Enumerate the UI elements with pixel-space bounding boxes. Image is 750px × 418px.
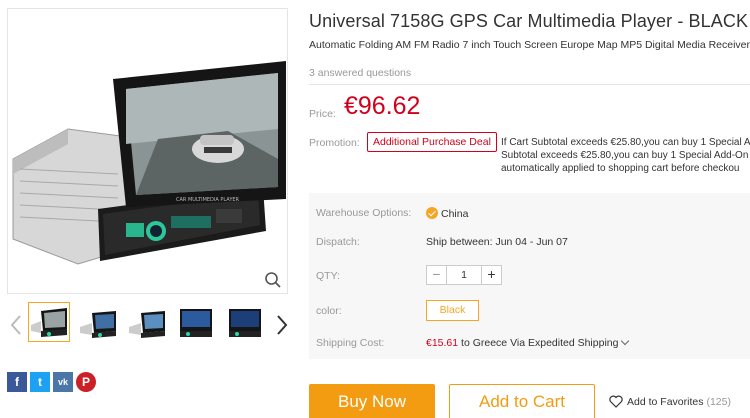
promotion-line: If Cart Subtotal exceeds €25.80,you can …: [501, 137, 750, 148]
shipping-price: €15.61: [426, 337, 459, 349]
divider: [309, 84, 750, 85]
thumbnail-1[interactable]: [28, 302, 70, 342]
add-to-cart-button[interactable]: Add to Cart: [449, 384, 595, 418]
thumbnail-carousel: [7, 300, 292, 350]
shipping-selector[interactable]: €15.61 to Greece Via Expedited Shipping: [426, 336, 630, 349]
facebook-icon[interactable]: f: [7, 372, 27, 392]
thumbnail-4[interactable]: [175, 302, 217, 342]
promotion-line: Subtotal exceeds €25.80,you can buy 1 Sp…: [501, 150, 749, 161]
check-icon: [426, 207, 438, 219]
favorites-count: (125): [706, 395, 731, 408]
heart-icon: [609, 395, 623, 408]
pinterest-icon[interactable]: P: [76, 372, 96, 392]
warehouse-label: Warehouse Options:: [316, 207, 412, 219]
dispatch-label: Dispatch:: [316, 236, 360, 248]
car-player-image: CAR MULTIMEDIA PLAYER: [12, 61, 286, 265]
vk-icon[interactable]: vk: [53, 372, 73, 392]
main-product-image[interactable]: CAR MULTIMEDIA PLAYER: [7, 8, 288, 294]
product-title: Universal 7158G GPS Car Multimedia Playe…: [309, 11, 749, 31]
screen-caption: CAR MULTIMEDIA PLAYER: [176, 197, 240, 203]
favorites-label: Add to Favorites: [627, 395, 704, 408]
qty-label: QTY:: [316, 270, 340, 282]
chevron-left-icon[interactable]: [9, 314, 23, 336]
color-label: color:: [316, 305, 342, 317]
shipping-label: Shipping Cost:: [316, 337, 385, 349]
promotion-badge[interactable]: Additional Purchase Deal: [367, 132, 497, 152]
dispatch-value: Ship between: Jun 04 - Jun 07: [426, 236, 568, 248]
color-option-black[interactable]: Black: [426, 300, 479, 321]
warehouse-value: China: [441, 208, 469, 220]
product-subtitle: Automatic Folding AM FM Radio 7 inch Tou…: [309, 39, 750, 51]
add-to-favorites-button[interactable]: Add to Favorites (125): [609, 395, 731, 408]
quantity-stepper: − 1 +: [426, 265, 502, 285]
chevron-right-icon[interactable]: [275, 314, 289, 336]
qty-plus-button[interactable]: +: [481, 266, 501, 284]
qty-minus-button[interactable]: −: [427, 266, 447, 284]
warehouse-option[interactable]: China: [426, 207, 468, 220]
promotion-label: Promotion:: [309, 137, 360, 149]
zoom-icon[interactable]: [264, 271, 282, 289]
price-label: Price:: [309, 108, 336, 120]
buy-now-button[interactable]: Buy Now: [309, 384, 435, 418]
thumbnail-2[interactable]: [77, 302, 119, 342]
thumbnail-5[interactable]: [224, 302, 266, 342]
twitter-icon[interactable]: t: [30, 372, 50, 392]
shipping-method: to Greece Via Expedited Shipping: [458, 337, 619, 349]
product-price: €96.62: [344, 92, 421, 120]
thumbnail-3[interactable]: [126, 302, 168, 342]
answered-questions-link[interactable]: 3 answered questions: [309, 67, 411, 79]
qty-input[interactable]: 1: [447, 266, 481, 284]
share-buttons: f t vk P: [7, 372, 96, 392]
chevron-down-icon: [621, 336, 630, 346]
promotion-line: automatically applied to shopping cart b…: [501, 163, 740, 174]
promotion-text: If Cart Subtotal exceeds €25.80,you can …: [501, 136, 750, 176]
